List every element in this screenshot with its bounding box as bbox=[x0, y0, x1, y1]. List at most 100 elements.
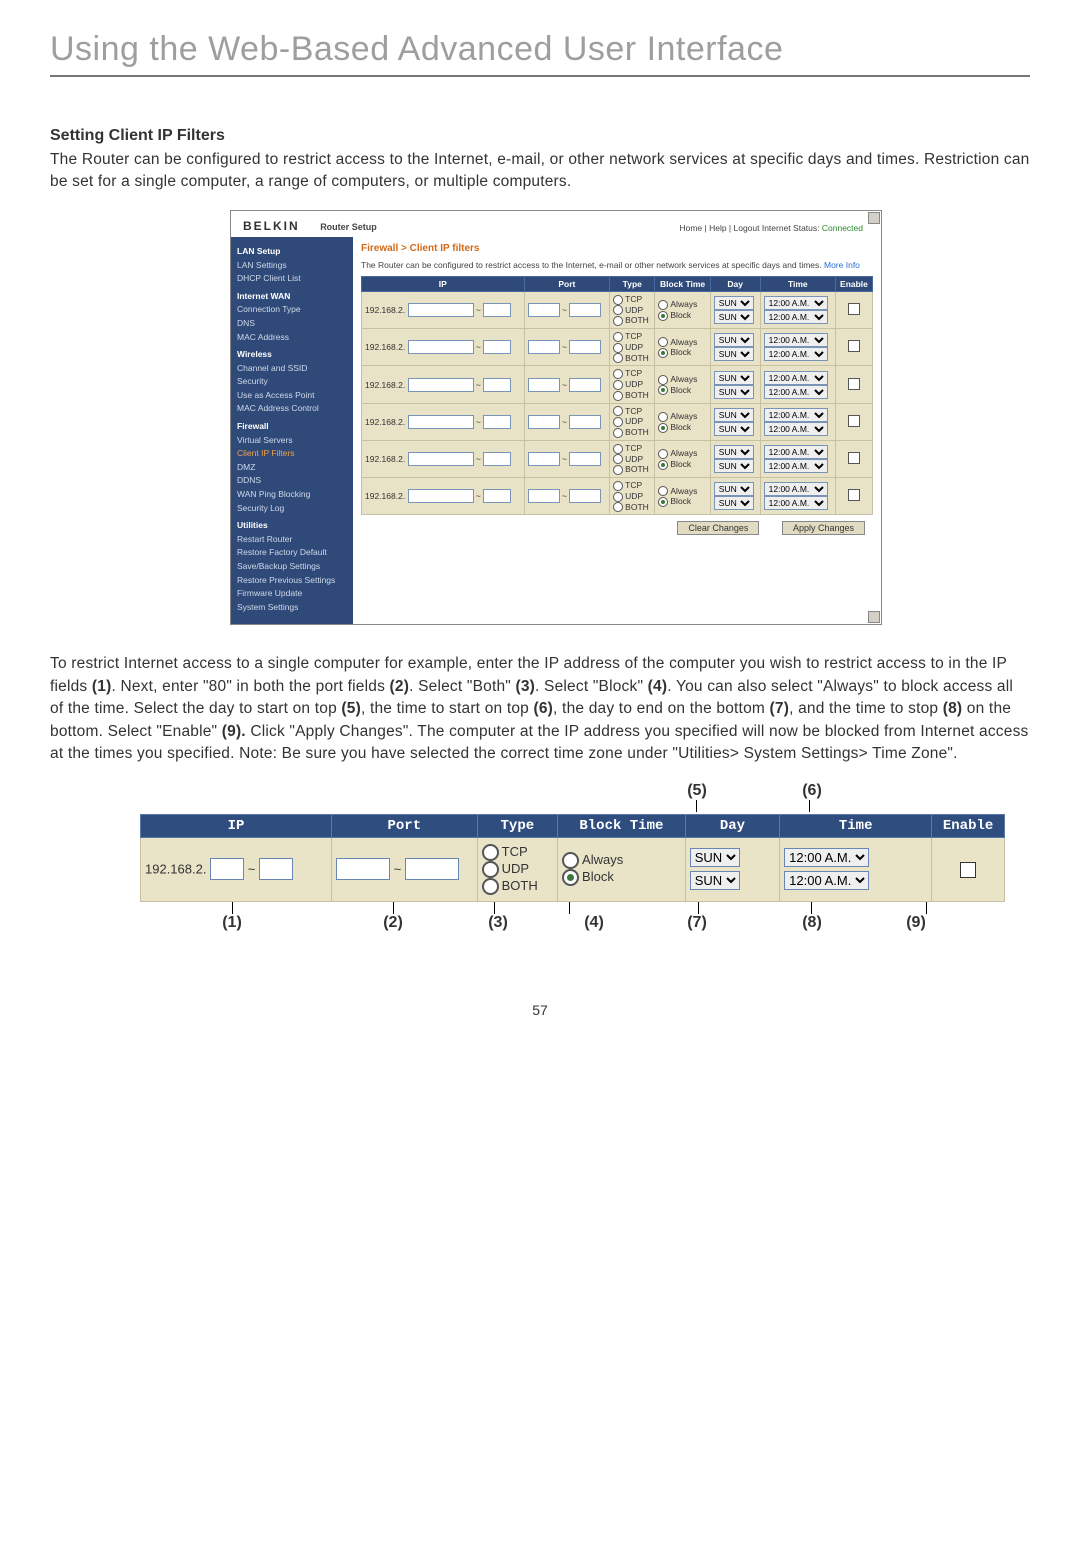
day-select[interactable]: SUN bbox=[714, 459, 754, 473]
enable-checkbox[interactable] bbox=[848, 303, 860, 315]
port-start[interactable] bbox=[528, 489, 560, 503]
time-select[interactable]: 12:00 A.M. bbox=[764, 422, 828, 436]
ip-start[interactable] bbox=[408, 340, 474, 354]
ip-end[interactable] bbox=[483, 378, 511, 392]
ip-start[interactable] bbox=[408, 415, 474, 429]
day-select[interactable]: SUN bbox=[714, 422, 754, 436]
type-radio[interactable] bbox=[613, 492, 623, 502]
type-radio[interactable] bbox=[613, 391, 623, 401]
type-radio[interactable] bbox=[613, 417, 623, 427]
ip-field-end[interactable] bbox=[259, 858, 293, 880]
bt-radio[interactable] bbox=[658, 337, 668, 347]
port-end[interactable] bbox=[569, 489, 601, 503]
bt-radio[interactable] bbox=[658, 460, 668, 470]
sidebar-item[interactable]: DMZ bbox=[237, 461, 347, 475]
sidebar-item[interactable]: Security Log bbox=[237, 502, 347, 516]
bt-radio[interactable] bbox=[658, 497, 668, 507]
type-radio[interactable] bbox=[613, 305, 623, 315]
top-nav-links[interactable]: Home | Help | Logout Internet Status: bbox=[679, 223, 819, 233]
time-select[interactable]: 12:00 A.M. bbox=[764, 445, 828, 459]
type-radio[interactable] bbox=[613, 316, 623, 326]
type-both-radio[interactable] bbox=[482, 878, 499, 895]
port-start[interactable] bbox=[528, 378, 560, 392]
sidebar-item[interactable]: Use as Access Point bbox=[237, 389, 347, 403]
sidebar-item[interactable]: Restore Previous Settings bbox=[237, 574, 347, 588]
type-radio[interactable] bbox=[613, 502, 623, 512]
type-radio[interactable] bbox=[613, 406, 623, 416]
sidebar-item[interactable]: Restart Router bbox=[237, 533, 347, 547]
clear-changes-button[interactable]: Clear Changes bbox=[677, 521, 759, 535]
enable-checkbox[interactable] bbox=[848, 452, 860, 464]
sidebar-item[interactable]: Save/Backup Settings bbox=[237, 560, 347, 574]
day-select[interactable]: SUN bbox=[714, 408, 754, 422]
sidebar-item[interactable]: Client IP Filters bbox=[237, 447, 347, 461]
time-select[interactable]: 12:00 A.M. bbox=[764, 296, 828, 310]
bt-radio[interactable] bbox=[658, 423, 668, 433]
bt-radio[interactable] bbox=[658, 486, 668, 496]
type-radio[interactable] bbox=[613, 380, 623, 390]
ip-start[interactable] bbox=[408, 378, 474, 392]
bt-radio[interactable] bbox=[658, 300, 668, 310]
sidebar-item[interactable]: MAC Address bbox=[237, 331, 347, 345]
ip-field-start[interactable] bbox=[210, 858, 244, 880]
bt-radio[interactable] bbox=[658, 311, 668, 321]
sidebar-item[interactable]: Channel and SSID bbox=[237, 362, 347, 376]
enable-checkbox[interactable] bbox=[848, 378, 860, 390]
day-select[interactable]: SUN bbox=[714, 482, 754, 496]
type-radio[interactable] bbox=[613, 428, 623, 438]
apply-changes-button[interactable]: Apply Changes bbox=[782, 521, 865, 535]
bt-radio[interactable] bbox=[658, 348, 668, 358]
type-radio[interactable] bbox=[613, 444, 623, 454]
type-radio[interactable] bbox=[613, 465, 623, 475]
bt-radio[interactable] bbox=[658, 375, 668, 385]
time-start-select[interactable]: 12:00 A.M. bbox=[784, 848, 869, 867]
type-tcp-radio[interactable] bbox=[482, 844, 499, 861]
type-radio[interactable] bbox=[613, 332, 623, 342]
bt-radio[interactable] bbox=[658, 449, 668, 459]
time-select[interactable]: 12:00 A.M. bbox=[764, 459, 828, 473]
time-select[interactable]: 12:00 A.M. bbox=[764, 310, 828, 324]
ip-start[interactable] bbox=[408, 303, 474, 317]
sidebar-item[interactable]: Firmware Update bbox=[237, 587, 347, 601]
sidebar-item[interactable]: Connection Type bbox=[237, 303, 347, 317]
bt-radio[interactable] bbox=[658, 385, 668, 395]
ip-start[interactable] bbox=[408, 489, 474, 503]
type-radio[interactable] bbox=[613, 454, 623, 464]
day-select[interactable]: SUN bbox=[714, 496, 754, 510]
sidebar-item[interactable]: Virtual Servers bbox=[237, 434, 347, 448]
time-select[interactable]: 12:00 A.M. bbox=[764, 385, 828, 399]
sidebar-item[interactable]: System Settings bbox=[237, 601, 347, 615]
port-end[interactable] bbox=[569, 415, 601, 429]
port-start[interactable] bbox=[528, 303, 560, 317]
day-select[interactable]: SUN bbox=[714, 333, 754, 347]
port-end[interactable] bbox=[569, 340, 601, 354]
sidebar-item[interactable]: Restore Factory Default bbox=[237, 546, 347, 560]
day-start-select[interactable]: SUN bbox=[690, 848, 740, 867]
sidebar-item[interactable]: Security bbox=[237, 375, 347, 389]
ip-start[interactable] bbox=[408, 452, 474, 466]
type-radio[interactable] bbox=[613, 353, 623, 363]
day-select[interactable]: SUN bbox=[714, 347, 754, 361]
port-end[interactable] bbox=[569, 303, 601, 317]
port-end[interactable] bbox=[569, 452, 601, 466]
ip-end[interactable] bbox=[483, 415, 511, 429]
day-select[interactable]: SUN bbox=[714, 445, 754, 459]
port-field-start[interactable] bbox=[336, 858, 390, 880]
port-start[interactable] bbox=[528, 415, 560, 429]
time-select[interactable]: 12:00 A.M. bbox=[764, 333, 828, 347]
enable-checkbox[interactable] bbox=[848, 489, 860, 501]
enable-checkbox[interactable] bbox=[960, 862, 976, 878]
day-select[interactable]: SUN bbox=[714, 371, 754, 385]
day-end-select[interactable]: SUN bbox=[690, 871, 740, 890]
blocktime-always-radio[interactable] bbox=[562, 852, 579, 869]
sidebar-item[interactable]: MAC Address Control bbox=[237, 402, 347, 416]
day-select[interactable]: SUN bbox=[714, 296, 754, 310]
enable-checkbox[interactable] bbox=[848, 340, 860, 352]
port-field-end[interactable] bbox=[405, 858, 459, 880]
sidebar-item[interactable]: DDNS bbox=[237, 474, 347, 488]
sidebar-item[interactable]: DHCP Client List bbox=[237, 272, 347, 286]
day-select[interactable]: SUN bbox=[714, 385, 754, 399]
ip-end[interactable] bbox=[483, 489, 511, 503]
ip-end[interactable] bbox=[483, 303, 511, 317]
sidebar[interactable]: LAN SetupLAN SettingsDHCP Client ListInt… bbox=[231, 237, 353, 624]
